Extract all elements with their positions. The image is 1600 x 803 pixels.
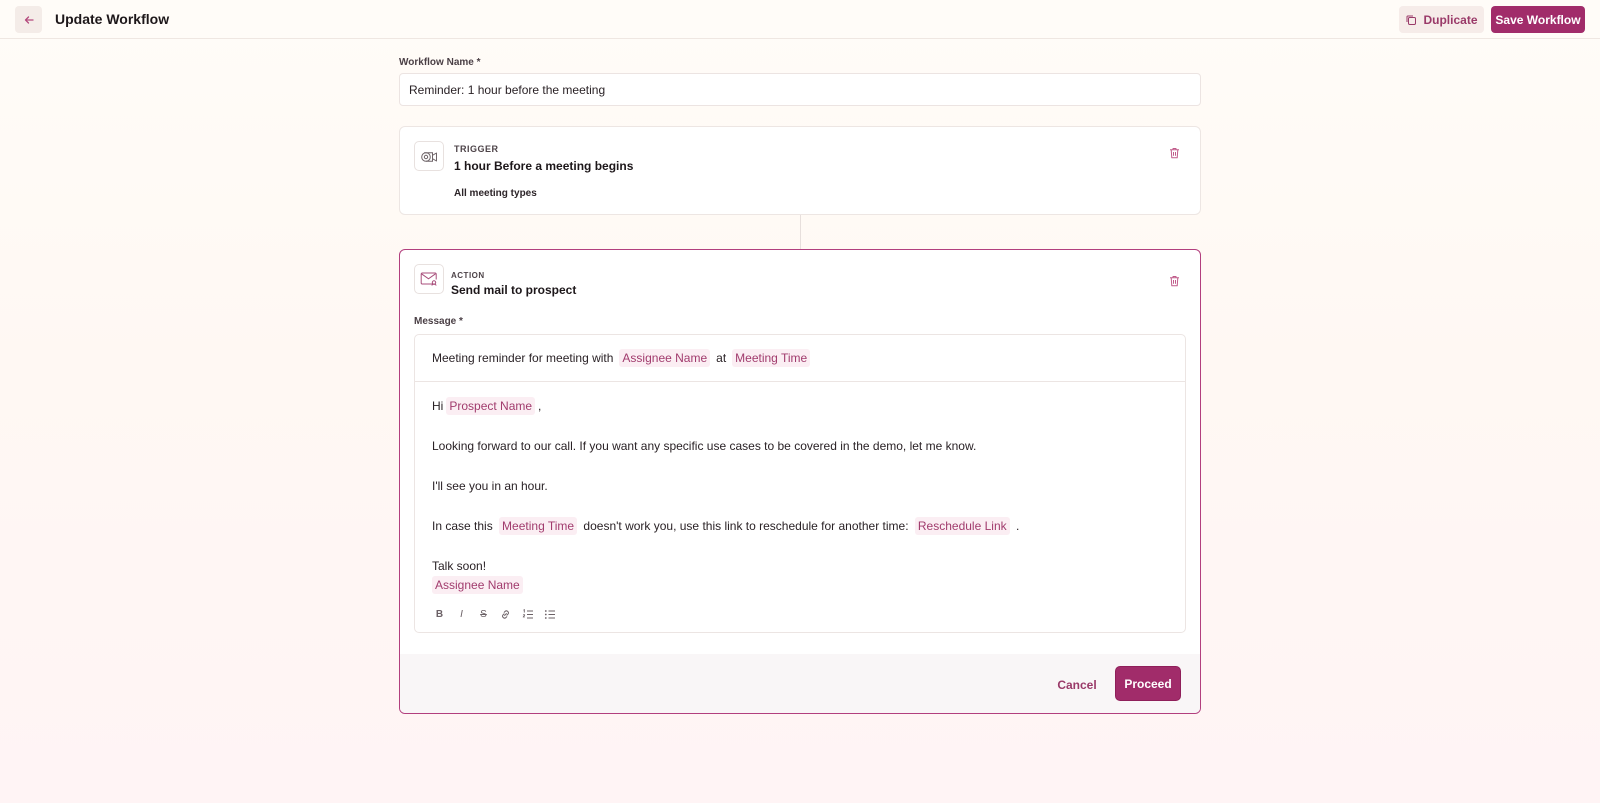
trash-icon [1169, 276, 1179, 287]
subject-prefix: Meeting reminder for meeting with [432, 351, 614, 365]
variable-tag[interactable]: Assignee Name [619, 349, 711, 367]
line3-prefix: In case this [432, 519, 493, 533]
ordered-list-icon [522, 609, 533, 619]
bullet-list-button[interactable] [542, 607, 557, 622]
body-line-2: I'll see you in an hour. [432, 479, 548, 493]
workflow-name-input[interactable] [399, 73, 1201, 106]
trash-icon [1169, 148, 1179, 159]
cancel-button[interactable]: Cancel [1050, 671, 1104, 698]
trigger-title: 1 hour Before a meeting begins [454, 159, 634, 173]
format-toolbar: B I S [432, 607, 557, 622]
duplicate-button[interactable]: Duplicate [1399, 6, 1484, 33]
body-line-3: In case this Meeting Time doesn't work y… [432, 517, 1019, 535]
signoff-line: Talk soon! [432, 559, 487, 573]
greeting-suffix: , [538, 399, 542, 413]
line3-suffix: . [1015, 519, 1020, 533]
variable-tag[interactable]: Meeting Time [499, 517, 578, 535]
copy-icon [1406, 15, 1417, 25]
line3-middle: doesn't work you, use this link to resch… [583, 519, 909, 533]
proceed-button[interactable]: Proceed [1116, 667, 1180, 700]
variable-tag[interactable]: Reschedule Link [914, 517, 1010, 535]
workflow-name-label: Workflow Name * [399, 57, 481, 68]
bold-button[interactable]: B [432, 607, 447, 622]
trigger-kicker: TRIGGER [454, 144, 499, 154]
duplicate-label: Duplicate [1423, 12, 1478, 27]
action-footer: Cancel Proceed [400, 654, 1200, 713]
connector-line [800, 215, 801, 249]
variable-tag[interactable]: Prospect Name [446, 397, 536, 415]
bullet-list-icon [544, 610, 555, 619]
subject-middle: at [716, 351, 727, 365]
action-kicker: ACTION [451, 271, 485, 280]
strikethrough-button[interactable]: S [476, 607, 491, 622]
link-button[interactable] [498, 607, 513, 622]
page-title: Update Workflow [55, 11, 170, 27]
italic-button[interactable]: I [454, 607, 469, 622]
ordered-list-button[interactable] [520, 607, 535, 622]
signature-line: Assignee Name [429, 576, 526, 594]
greeting-line: Hi Prospect Name, [432, 397, 541, 415]
body-line-1: Looking forward to our call. If you want… [432, 439, 977, 453]
greeting-text: Hi [432, 399, 444, 413]
action-card[interactable]: ACTION Send mail to prospect Message * M… [399, 249, 1201, 714]
variable-tag[interactable]: Assignee Name [432, 576, 523, 594]
arrow-left-icon [24, 15, 34, 24]
trigger-subtitle: All meeting types [454, 188, 537, 199]
action-title: Send mail to prospect [451, 283, 577, 297]
link-icon [502, 610, 509, 619]
delete-trigger-button[interactable] [1166, 145, 1182, 161]
trigger-card[interactable]: TRIGGER 1 hour Before a meeting begins A… [399, 126, 1201, 215]
back-button[interactable] [15, 6, 42, 33]
message-label: Message * [414, 316, 463, 327]
variable-tag[interactable]: Meeting Time [732, 349, 811, 367]
mail-icon [414, 264, 444, 294]
top-bar: Update Workflow Duplicate Save Workflow [0, 0, 1600, 39]
video-icon [414, 141, 444, 171]
delete-action-button[interactable] [1166, 273, 1182, 289]
message-editor[interactable]: Meeting reminder for meeting with Assign… [414, 334, 1186, 633]
save-workflow-button[interactable]: Save Workflow [1491, 6, 1585, 33]
subject-line[interactable]: Meeting reminder for meeting with Assign… [415, 335, 1185, 382]
